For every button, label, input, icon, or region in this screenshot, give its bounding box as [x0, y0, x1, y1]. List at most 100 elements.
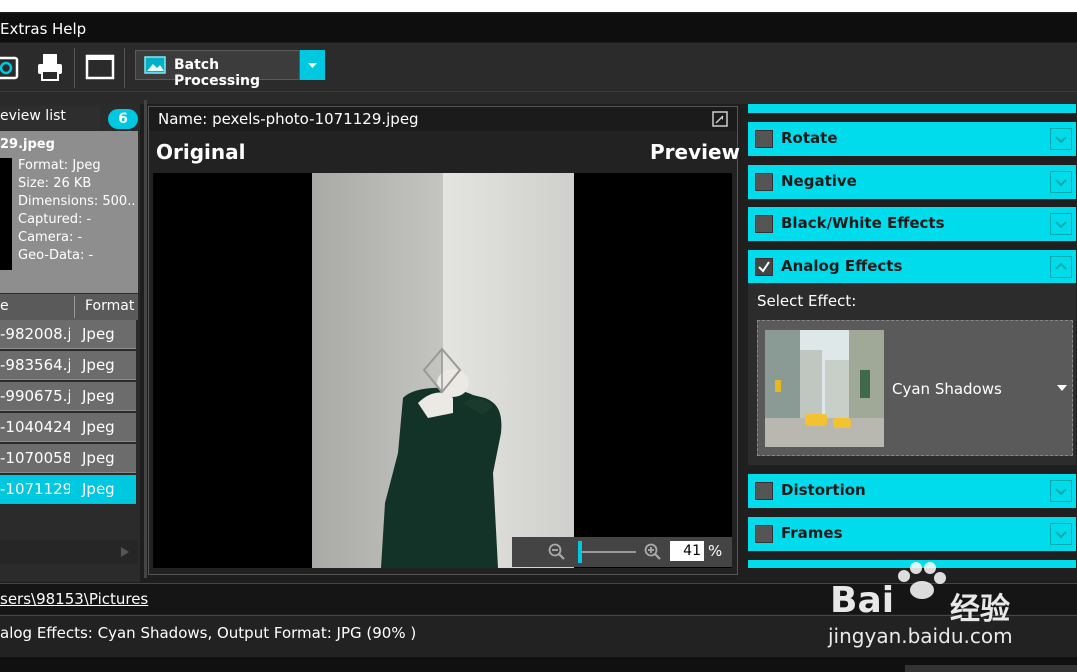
section-frames-label: Frames: [781, 524, 843, 542]
effect-select-dropdown[interactable]: Cyan Shadows: [757, 320, 1073, 456]
section-rotate-label: Rotate: [781, 129, 838, 147]
chevron-down-icon[interactable]: [1050, 171, 1072, 193]
section-negative[interactable]: Negative: [748, 165, 1076, 199]
section-negative-label: Negative: [781, 172, 857, 190]
caret-down-icon[interactable]: [1056, 384, 1068, 392]
zoom-slider-handle[interactable]: [578, 541, 582, 563]
preview-count-badge: 6: [108, 109, 138, 129]
horizontal-scrollbar[interactable]: [0, 540, 138, 564]
chevron-down-icon[interactable]: [1050, 213, 1072, 235]
preview-list-tab-label: eview list: [0, 108, 66, 124]
menu-bar: Extras Help: [0, 13, 1077, 42]
section-frames[interactable]: Frames: [748, 517, 1076, 551]
checkmark-icon: [758, 261, 770, 273]
file-row[interactable]: -1070058 Jpeg: [0, 444, 136, 473]
preview-label: Preview: [650, 140, 741, 164]
meta-format: Format: Jpeg: [18, 158, 101, 173]
negative-checkbox[interactable]: [755, 173, 773, 191]
rotate-checkbox[interactable]: [755, 130, 773, 148]
meta-dimensions: Dimensions: 500...: [18, 194, 136, 209]
section-bw-effects[interactable]: Black/White Effects: [748, 207, 1076, 241]
batch-processing-label: Batch Processing: [174, 57, 261, 89]
watermark-brand-suffix: 经验: [950, 592, 1010, 627]
section-rotate[interactable]: Rotate: [748, 122, 1076, 156]
chevron-down-icon[interactable]: [1050, 523, 1072, 545]
file-row-selected[interactable]: -1071129 Jpeg: [0, 475, 136, 504]
bw-effects-checkbox[interactable]: [755, 215, 773, 233]
file-row-name: -1070058: [0, 449, 70, 467]
section-distortion[interactable]: Distortion: [748, 474, 1076, 508]
batch-processing-button[interactable]: Batch Processing: [135, 50, 300, 89]
chevron-down-icon[interactable]: [1050, 128, 1072, 150]
file-row[interactable]: -982008.j Jpeg: [0, 320, 136, 349]
scroll-right-icon[interactable]: [120, 546, 130, 558]
expand-icon[interactable]: [712, 111, 728, 127]
file-name-label: Name: pexels-photo-1071129.jpeg: [158, 110, 419, 128]
menu-extras[interactable]: Extras: [0, 20, 47, 38]
watermark-brand: Bai: [830, 580, 895, 621]
chevron-down-icon: [308, 63, 317, 68]
menu-help[interactable]: Help: [52, 20, 86, 38]
section-distortion-label: Distortion: [781, 481, 866, 499]
file-row-format: Jpeg: [82, 325, 115, 343]
analog-effects-checkbox[interactable]: [755, 258, 773, 276]
baidu-watermark: Bai 经验 jingyan.baidu.com: [820, 560, 1070, 670]
meta-captured: Captured: -: [18, 212, 92, 227]
folder-path-link[interactable]: sers\98153\Pictures: [0, 590, 148, 608]
file-name-bar: Name: pexels-photo-1071129.jpeg: [149, 107, 737, 131]
zoom-out-icon[interactable]: [548, 543, 566, 561]
toolbar-strip: [0, 92, 1077, 104]
chevron-up-icon[interactable]: [1050, 256, 1072, 278]
batch-dropdown-button[interactable]: [300, 50, 325, 80]
file-row-format: Jpeg: [82, 480, 115, 498]
effect-thumbnail: [765, 330, 884, 447]
section-bw-label: Black/White Effects: [781, 214, 945, 232]
print-icon[interactable]: [34, 51, 66, 83]
section-edge: [748, 104, 1076, 113]
column-header-name[interactable]: e: [0, 298, 9, 314]
toolbar-separator: [124, 48, 125, 88]
file-row-format: Jpeg: [82, 449, 115, 467]
photo-preview: [312, 173, 574, 568]
zoom-value-input[interactable]: 41: [670, 541, 704, 561]
zoom-unit: %: [708, 542, 723, 560]
toolbar: Batch Processing: [0, 43, 1077, 92]
image-icon: [144, 56, 166, 74]
paw-logo-icon: [898, 562, 946, 599]
file-row[interactable]: -1040424 Jpeg: [0, 413, 136, 442]
file-row-name: -1040424: [0, 418, 70, 436]
original-label: Original: [156, 140, 246, 164]
panel-splitter[interactable]: [144, 100, 147, 578]
section-analog-label: Analog Effects: [781, 257, 903, 275]
file-row-name: -982008.j: [0, 325, 70, 343]
file-row[interactable]: -983564.j Jpeg: [0, 351, 136, 380]
watermark-url: jingyan.baidu.com: [828, 624, 1013, 648]
file-row-format: Jpeg: [82, 356, 115, 374]
meta-geo-data[interactable]: Geo-Data: -: [18, 248, 136, 263]
zoom-in-icon[interactable]: [644, 543, 662, 561]
window-icon[interactable]: [84, 51, 116, 83]
file-row-name: -1071129: [0, 480, 70, 498]
file-list-header: e Format: [0, 294, 138, 320]
select-effect-label: Select Effect:: [757, 292, 857, 310]
image-viewer[interactable]: [153, 173, 732, 568]
column-divider[interactable]: [74, 296, 75, 318]
selected-file-name: 29.jpeg: [0, 137, 55, 152]
toolbar-separator: [74, 48, 75, 88]
meta-size: Size: 26 KB: [18, 176, 92, 191]
file-row[interactable]: -990675.j Jpeg: [0, 382, 136, 411]
file-row-name: -983564.j: [0, 356, 70, 374]
selected-effect-label: Cyan Shadows: [892, 380, 1002, 398]
meta-camera: Camera: -: [18, 230, 83, 245]
title-bar: [0, 0, 1077, 12]
section-analog-effects[interactable]: Analog Effects: [748, 250, 1076, 284]
frames-checkbox[interactable]: [755, 525, 773, 543]
zoom-slider-track[interactable]: [580, 551, 636, 553]
preview-list-tab[interactable]: eview list: [0, 106, 100, 130]
chevron-down-icon[interactable]: [1050, 480, 1072, 502]
distortion-checkbox[interactable]: [755, 482, 773, 500]
file-row-format: Jpeg: [82, 387, 115, 405]
column-header-format[interactable]: Format: [85, 298, 134, 314]
recycle-icon[interactable]: [0, 51, 26, 83]
file-row-format: Jpeg: [82, 418, 115, 436]
